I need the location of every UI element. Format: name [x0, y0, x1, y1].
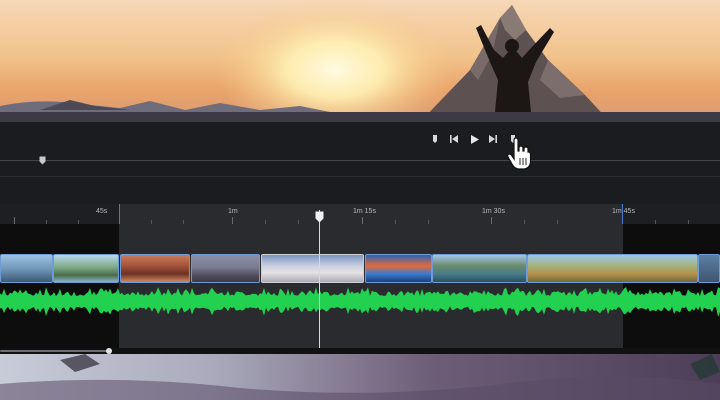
- play-icon[interactable]: [467, 132, 481, 146]
- mark-out-icon[interactable]: [506, 132, 520, 146]
- audio-waveform-shape: [0, 287, 720, 317]
- zoom-slider-track: [0, 350, 108, 352]
- mark-in-icon[interactable]: [428, 132, 442, 146]
- playhead[interactable]: [319, 210, 320, 348]
- time-ruler[interactable]: 45s 1m 1m 15s 1m 30s 1m 45s: [0, 204, 720, 224]
- video-preview: [0, 0, 720, 122]
- audio-track[interactable]: [0, 286, 720, 318]
- ruler-label: 1m 30s: [482, 208, 505, 215]
- scrubber-track[interactable]: [0, 160, 720, 161]
- audio-waveform: [0, 287, 720, 317]
- timeline-tracks: [0, 224, 720, 348]
- playhead-handle[interactable]: [315, 210, 324, 223]
- ruler-label: 1m 45s: [612, 208, 635, 215]
- video-clip[interactable]: [191, 254, 260, 283]
- ruler-label: 45s: [96, 208, 108, 215]
- panel-divider: [0, 176, 720, 177]
- video-clip[interactable]: [0, 254, 53, 283]
- background-photo: [0, 354, 720, 400]
- video-clip[interactable]: [527, 254, 698, 283]
- ruler-label: 1m 15s: [353, 208, 376, 215]
- video-clip-selected[interactable]: [261, 254, 364, 283]
- video-clip[interactable]: [365, 254, 432, 283]
- video-clip[interactable]: [698, 254, 720, 283]
- skip-forward-icon[interactable]: [486, 132, 500, 146]
- video-clip[interactable]: [120, 254, 190, 283]
- transport-panel: [0, 122, 720, 204]
- scrubber-handle[interactable]: [39, 152, 46, 165]
- video-clip[interactable]: [53, 254, 119, 283]
- skip-back-icon[interactable]: [447, 132, 461, 146]
- video-clip[interactable]: [432, 254, 527, 283]
- ruler-label: 1m: [228, 208, 238, 215]
- video-track: [0, 254, 720, 283]
